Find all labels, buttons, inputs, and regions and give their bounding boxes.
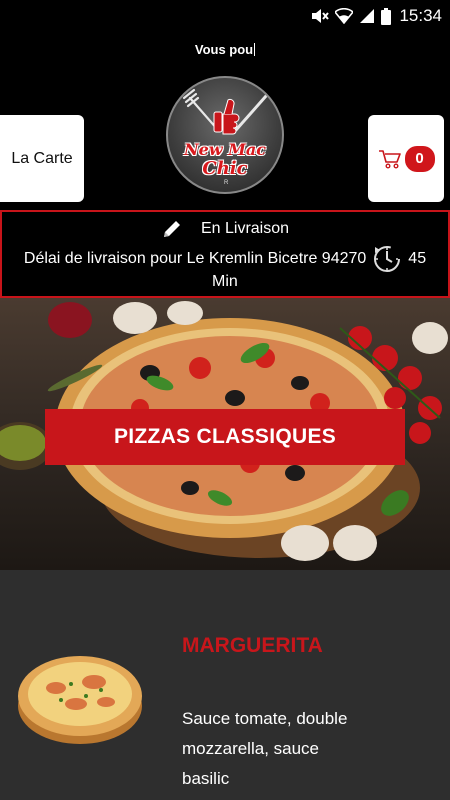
- status-bar: 15:34: [0, 0, 450, 32]
- product-list: MARGUERITA Sauce tomate, double mozzarel…: [0, 570, 450, 800]
- product-description: Sauce tomate, double mozzarella, sauce b…: [182, 709, 348, 788]
- product-image-marguerita[interactable]: [16, 644, 144, 748]
- product-name[interactable]: MARGUERITA: [182, 634, 323, 658]
- battery-icon: [381, 7, 392, 25]
- wifi-icon: [335, 8, 354, 24]
- delivery-info-text: Délai de livraison pour Le Kremlin Bicet…: [23, 250, 367, 267]
- delivery-banner[interactable]: En Livraison Délai de livraison pour Le …: [0, 210, 450, 298]
- cart-count-badge: 0: [404, 145, 435, 172]
- delivery-mode: En Livraison: [200, 220, 290, 237]
- pencil-icon[interactable]: [161, 218, 183, 240]
- delivery-duration: 45: [408, 250, 427, 267]
- cart-button[interactable]: 0: [368, 115, 444, 202]
- logo-line2: Chic: [202, 158, 248, 179]
- logo-line1: New Mac: [184, 140, 266, 159]
- mute-icon: [312, 9, 330, 23]
- cart-icon: [378, 149, 401, 169]
- status-time: 15:34: [399, 6, 442, 25]
- category-title: PIZZAS CLASSIQUES: [113, 425, 337, 448]
- logo-registered-mark: R: [224, 180, 229, 186]
- typing-text: Vous pou: [194, 42, 256, 57]
- category-hero[interactable]: PIZZAS CLASSIQUES: [0, 298, 450, 570]
- category-title-banner[interactable]: PIZZAS CLASSIQUES: [45, 409, 405, 465]
- delivery-duration-unit: Min: [212, 273, 238, 290]
- clock-icon: [374, 246, 401, 272]
- thumbs-up-icon: [213, 98, 240, 135]
- header: Vous pou New Mac Chic R La Carte 0: [0, 32, 450, 210]
- logo[interactable]: New Mac Chic R: [166, 76, 284, 194]
- menu-button[interactable]: La Carte: [0, 115, 84, 202]
- delivery-mode-row[interactable]: En Livraison: [2, 218, 448, 240]
- signal-icon: [360, 9, 375, 23]
- menu-button-label: La Carte: [11, 149, 73, 167]
- delivery-info: Délai de livraison pour Le Kremlin Bicet…: [2, 244, 448, 274]
